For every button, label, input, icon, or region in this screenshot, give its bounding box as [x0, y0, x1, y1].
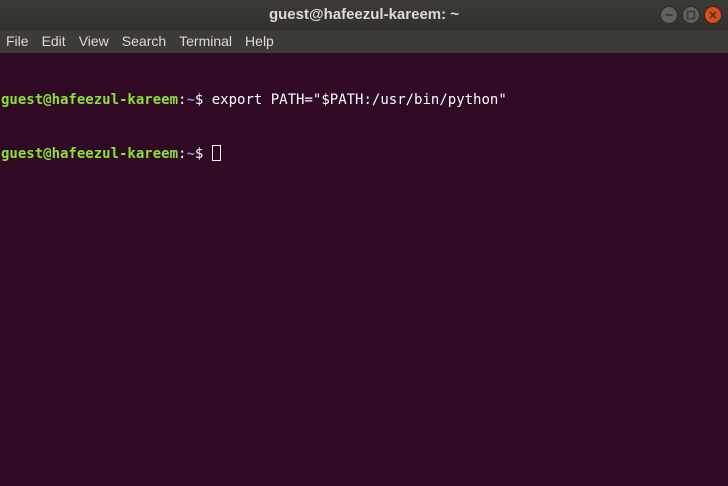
title-bar[interactable]: guest@hafeezul-kareem: ~	[0, 0, 728, 30]
terminal-line: guest@hafeezul-kareem:~$ export PATH="$P…	[1, 91, 728, 109]
text-cursor	[211, 145, 221, 161]
terminal-window: guest@hafeezul-kareem: ~ File Edit View …	[0, 0, 728, 486]
prompt-user-host: guest@hafeezul-kareem	[1, 146, 179, 162]
terminal-output[interactable]: guest@hafeezul-kareem:~$ export PATH="$P…	[0, 53, 728, 486]
terminal-line: guest@hafeezul-kareem:~$	[1, 145, 728, 163]
window-controls	[660, 6, 722, 24]
menu-search[interactable]: Search	[122, 30, 166, 53]
close-button[interactable]	[704, 6, 722, 24]
prompt-path: ~	[186, 92, 195, 108]
command-text: export PATH="$PATH:/usr/bin/python"	[203, 92, 507, 108]
minimize-icon	[665, 14, 673, 16]
menu-edit[interactable]: Edit	[42, 30, 66, 53]
menu-bar: File Edit View Search Terminal Help	[0, 30, 728, 53]
maximize-button[interactable]	[682, 6, 700, 24]
menu-file[interactable]: File	[6, 30, 29, 53]
maximize-icon	[686, 10, 696, 20]
prompt-path: ~	[186, 146, 195, 162]
menu-view[interactable]: View	[79, 30, 109, 53]
menu-help[interactable]: Help	[245, 30, 274, 53]
menu-terminal[interactable]: Terminal	[179, 30, 232, 53]
command-input[interactable]	[203, 146, 211, 162]
close-icon	[709, 11, 717, 19]
prompt-user-host: guest@hafeezul-kareem	[1, 92, 179, 108]
window-title: guest@hafeezul-kareem: ~	[268, 6, 460, 23]
minimize-button[interactable]	[660, 6, 678, 24]
